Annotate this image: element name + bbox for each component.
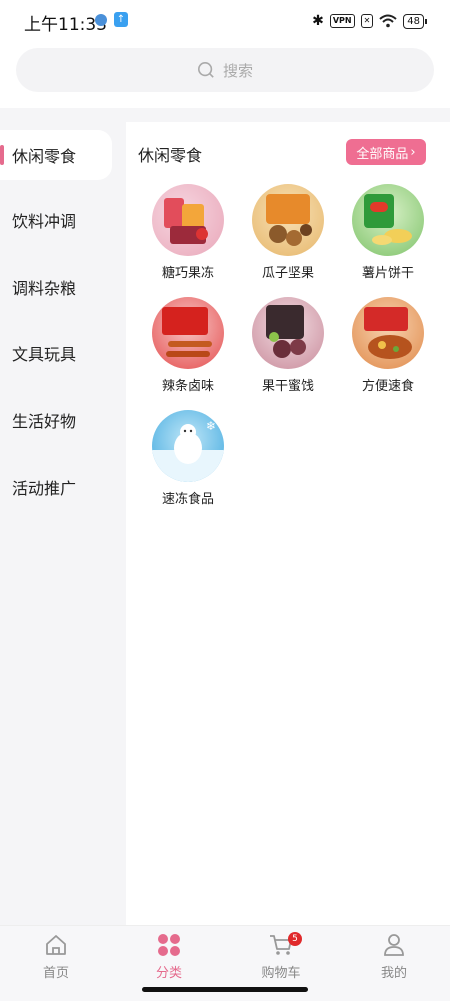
location-status-icon: [95, 14, 107, 26]
sidebar-item-living[interactable]: 生活好物: [0, 395, 126, 445]
battery-icon: 48: [403, 13, 427, 29]
vpn-icon: VPN: [329, 14, 355, 28]
nav-cart[interactable]: 5 购物车: [241, 932, 321, 981]
all-products-label: 全部商品: [356, 146, 409, 162]
sidebar-item-drinks[interactable]: 饮料冲调: [0, 195, 126, 245]
svg-text:❄: ❄: [206, 419, 216, 433]
nav-category[interactable]: 分类: [129, 932, 209, 981]
instant-food-thumbnail: [352, 297, 424, 369]
bluetooth-icon: ✱: [312, 13, 324, 29]
subcategory-label: 薯片饼干: [361, 266, 414, 281]
subcategory-instant-food[interactable]: 方便速食: [338, 297, 438, 394]
profile-icon: [384, 934, 404, 956]
wifi-icon: [379, 14, 397, 28]
subcategory-candy[interactable]: 糖巧果冻: [138, 184, 238, 281]
status-icons: ✱ VPN ✕ 48: [312, 12, 427, 30]
nav-home[interactable]: 首页: [16, 932, 96, 981]
sidebar-item-label: 休闲零食: [12, 147, 77, 166]
subcategory-frozen[interactable]: ❄ 速冻食品: [138, 410, 238, 507]
sidebar-item-seasonings[interactable]: 调料杂粮: [0, 262, 126, 312]
cart-badge: 5: [288, 932, 302, 946]
category-sidebar: 休闲零食 饮料冲调 调料杂粮 文具玩具 生活好物 活动推广: [0, 122, 126, 925]
subcategory-label: 果干蜜饯: [261, 379, 314, 394]
category-content: 休闲零食 全部商品 › 糖巧果冻 瓜子坚果 薯片饼干 辣条卤味 果干蜜饯 方便速…: [126, 122, 450, 925]
search-placeholder: 搜索: [222, 61, 253, 80]
chips-thumbnail: [352, 184, 424, 256]
subcategory-label: 瓜子坚果: [261, 266, 314, 281]
subcategory-nuts[interactable]: 瓜子坚果: [238, 184, 338, 281]
section-title: 休闲零食: [138, 146, 203, 165]
status-bar: 上午11:33 ↑ ✱ VPN ✕ 48: [0, 0, 450, 42]
subcategory-label: 速冻食品: [161, 492, 214, 507]
subcategory-dried-fruit[interactable]: 果干蜜饯: [238, 297, 338, 394]
subcategory-label: 方便速食: [361, 379, 414, 394]
nav-label: 分类: [155, 966, 182, 981]
subcategory-label: 辣条卤味: [161, 379, 214, 394]
sidebar-item-stationery[interactable]: 文具玩具: [0, 328, 126, 378]
divider-band: [0, 108, 450, 122]
chevron-right-icon: ›: [410, 144, 416, 160]
subcategory-label: 糖巧果冻: [161, 266, 214, 281]
sidebar-item-label: 文具玩具: [12, 345, 77, 364]
dried-fruit-thumbnail: [252, 297, 324, 369]
spicy-strips-thumbnail: [152, 297, 224, 369]
home-icon: [46, 935, 66, 955]
nav-label: 我的: [380, 966, 407, 981]
subcategory-chips[interactable]: 薯片饼干: [338, 184, 438, 281]
no-sim-icon: ✕: [360, 14, 374, 28]
nav-label: 购物车: [261, 966, 301, 981]
nuts-thumbnail: [252, 184, 324, 256]
search-bar[interactable]: 搜索: [16, 48, 434, 92]
all-products-button[interactable]: 全部商品 ›: [346, 139, 426, 165]
frozen-food-thumbnail: ❄: [152, 410, 224, 482]
nav-label: 首页: [42, 966, 69, 981]
sidebar-item-snacks[interactable]: 休闲零食: [0, 130, 112, 180]
sidebar-item-label: 饮料冲调: [12, 212, 77, 231]
sidebar-item-label: 调料杂粮: [12, 279, 77, 298]
subcategory-spicy[interactable]: 辣条卤味: [138, 297, 238, 394]
search-icon: [197, 61, 214, 78]
sidebar-item-label: 活动推广: [12, 479, 77, 498]
category-icon: [158, 934, 180, 956]
candy-thumbnail: [152, 184, 224, 256]
home-indicator: [142, 987, 308, 992]
upload-status-icon: ↑: [114, 12, 128, 27]
sidebar-item-label: 生活好物: [12, 412, 77, 431]
nav-profile[interactable]: 我的: [354, 932, 434, 981]
sidebar-item-promotions[interactable]: 活动推广: [0, 462, 126, 512]
